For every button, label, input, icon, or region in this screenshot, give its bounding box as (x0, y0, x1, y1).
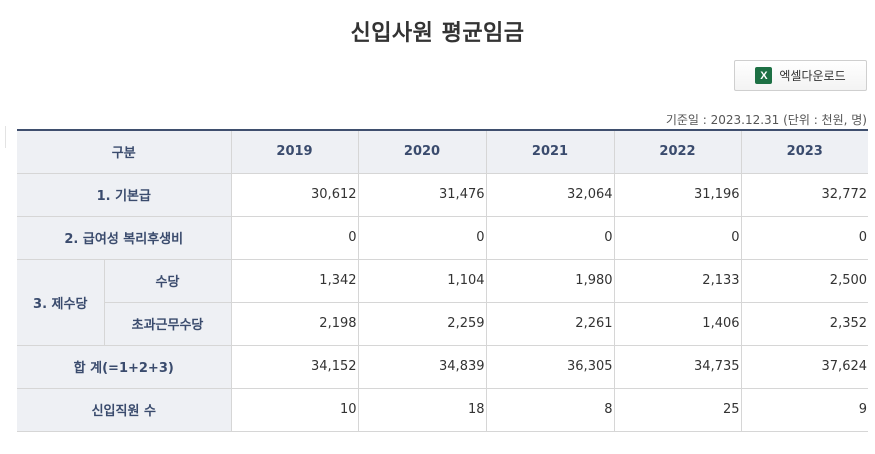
header-year: 2020 (358, 129, 487, 174)
left-edge-marker (0, 126, 6, 148)
table-cell: 2,259 (357, 301, 487, 346)
table-cell: 30,612 (230, 172, 359, 217)
table-cell: 2,500 (740, 258, 869, 303)
table-cell: 2,198 (230, 301, 359, 346)
row-label-overtime: 초과근무수당 (104, 301, 232, 346)
excel-download-button[interactable]: X 엑셀다운로드 (734, 60, 867, 91)
excel-download-label: 엑셀다운로드 (779, 69, 846, 83)
header-year: 2021 (486, 129, 615, 174)
row-label-welfare: 2. 급여성 복리후생비 (17, 215, 232, 260)
table-cell: 1,342 (230, 258, 359, 303)
table-cell: 32,064 (485, 172, 615, 217)
salary-table: 구분 2019 2020 2021 2022 2023 1. 기본급 30,61… (17, 129, 869, 432)
header-year: 2023 (741, 129, 869, 174)
table-cell: 32,772 (740, 172, 869, 217)
standard-date-unit-info: 기준일 : 2023.12.31 (단위 : 천원, 명) (665, 113, 867, 127)
row-label-new-hires: 신입직원 수 (17, 387, 232, 432)
table-cell: 0 (740, 215, 869, 260)
table-cell: 34,735 (613, 344, 742, 389)
table-cell: 31,196 (613, 172, 742, 217)
table-cell: 37,624 (740, 344, 869, 389)
header-year: 2022 (614, 129, 742, 174)
table-cell: 25 (613, 387, 742, 432)
table-cell: 1,406 (613, 301, 742, 346)
table-row: 3. 제수당 수당 1,342 1,104 1,980 2,133 2,500 (17, 258, 869, 346)
table-cell: 10 (230, 387, 359, 432)
table-row: 합 계(=1+2+3) 34,152 34,839 36,305 34,735 … (17, 344, 869, 389)
table-header-row: 구분 2019 2020 2021 2022 2023 (17, 129, 869, 174)
table-cell: 0 (230, 215, 359, 260)
table-cell: 34,839 (357, 344, 487, 389)
row-label-total: 합 계(=1+2+3) (17, 344, 232, 389)
table-cell: 8 (485, 387, 615, 432)
table-cell: 2,133 (613, 258, 742, 303)
row-label-allowance-group: 3. 제수당 (17, 258, 105, 346)
table-cell: 36,305 (485, 344, 615, 389)
page-title: 신입사원 평균임금 (350, 21, 525, 46)
table-cell: 34,152 (230, 344, 359, 389)
table-cell: 2,261 (485, 301, 615, 346)
header-category: 구분 (17, 129, 232, 174)
table-row: 초과근무수당 2,198 2,259 2,261 1,406 2,352 (17, 301, 869, 346)
table-row: 신입직원 수 10 18 8 25 9 (17, 387, 869, 432)
table-cell: 31,476 (357, 172, 487, 217)
table-cell: 1,980 (485, 258, 615, 303)
table-cell: 18 (357, 387, 487, 432)
table-cell: 0 (485, 215, 615, 260)
table-cell: 9 (740, 387, 869, 432)
header-year: 2019 (231, 129, 359, 174)
table-row: 2. 급여성 복리후생비 0 0 0 0 0 (17, 215, 869, 260)
excel-icon: X (755, 67, 773, 84)
table-cell: 0 (613, 215, 742, 260)
table-row: 1. 기본급 30,612 31,476 32,064 31,196 32,77… (17, 172, 869, 217)
row-label-basic-pay: 1. 기본급 (17, 172, 232, 217)
table-cell: 1,104 (357, 258, 487, 303)
table-cell: 0 (357, 215, 487, 260)
table-cell: 2,352 (740, 301, 869, 346)
row-label-allowance: 수당 (104, 258, 232, 303)
